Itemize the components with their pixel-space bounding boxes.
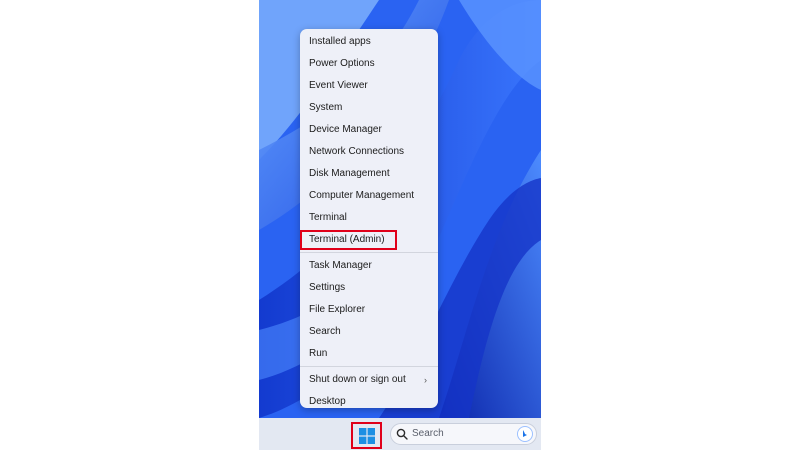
winx-context-menu: Installed apps Power Options Event Viewe… — [300, 29, 438, 408]
menu-item-terminal-admin[interactable]: Terminal (Admin) — [300, 229, 438, 251]
search-placeholder: Search — [412, 428, 444, 439]
menu-separator — [300, 252, 438, 253]
menu-item-computer-management[interactable]: Computer Management — [300, 185, 438, 207]
desktop-screen: Installed apps Power Options Event Viewe… — [259, 0, 541, 450]
menu-item-settings[interactable]: Settings — [300, 277, 438, 299]
menu-item-shut-down-or-sign-out[interactable]: Shut down or sign out › — [300, 369, 438, 391]
menu-item-event-viewer[interactable]: Event Viewer — [300, 75, 438, 97]
menu-item-disk-management[interactable]: Disk Management — [300, 163, 438, 185]
start-button[interactable] — [351, 422, 382, 449]
menu-item-network-connections[interactable]: Network Connections — [300, 141, 438, 163]
search-icon — [396, 428, 408, 440]
menu-item-device-manager[interactable]: Device Manager — [300, 119, 438, 141]
menu-item-power-options[interactable]: Power Options — [300, 53, 438, 75]
bing-glyph-icon — [523, 430, 527, 437]
menu-item-label: Shut down or sign out — [309, 374, 406, 385]
menu-item-desktop[interactable]: Desktop — [300, 391, 438, 413]
menu-item-system[interactable]: System — [300, 97, 438, 119]
menu-separator — [300, 366, 438, 367]
menu-item-run[interactable]: Run — [300, 343, 438, 365]
menu-item-terminal[interactable]: Terminal — [300, 207, 438, 229]
menu-item-search[interactable]: Search — [300, 321, 438, 343]
taskbar-search-box[interactable]: Search — [390, 423, 537, 445]
bing-icon[interactable] — [517, 426, 533, 442]
menu-item-file-explorer[interactable]: File Explorer — [300, 299, 438, 321]
menu-item-installed-apps[interactable]: Installed apps — [300, 31, 438, 53]
chevron-right-icon: › — [424, 375, 427, 385]
taskbar: Search — [259, 418, 541, 450]
windows-logo-icon — [358, 427, 375, 444]
menu-item-task-manager[interactable]: Task Manager — [300, 255, 438, 277]
